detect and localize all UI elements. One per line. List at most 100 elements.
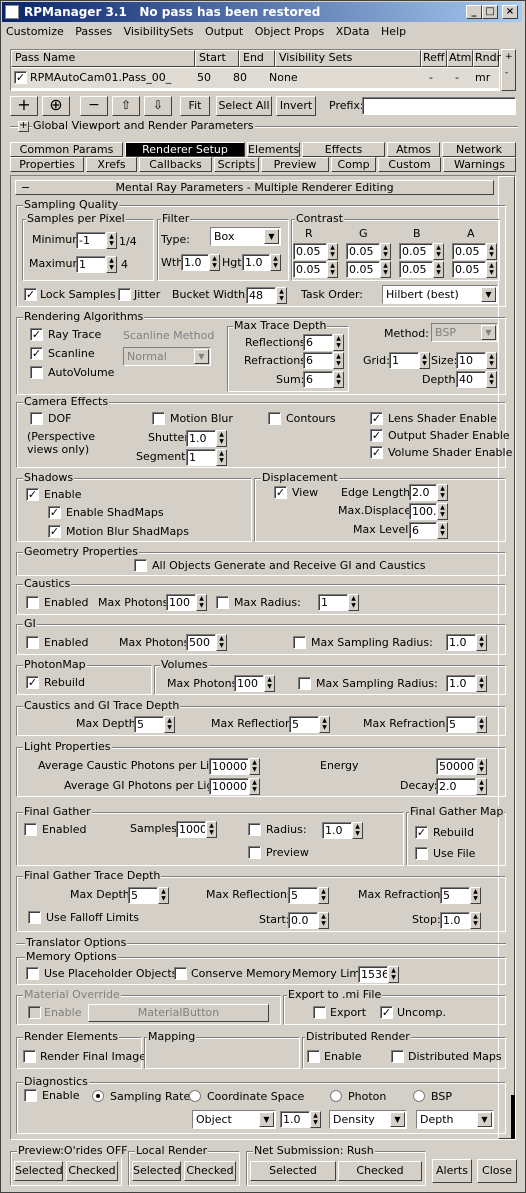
max-level-input[interactable]: 6 bbox=[409, 522, 437, 539]
tab-common-params[interactable]: Common Params bbox=[10, 142, 123, 157]
bucket-width-spinner[interactable]: ▲ ▼ bbox=[276, 287, 287, 304]
diag-size-input[interactable]: 1.0 bbox=[280, 1111, 310, 1128]
menu-help[interactable]: Help bbox=[381, 25, 406, 38]
photonmap-rebuild-checkbox[interactable]: ✓ bbox=[26, 676, 39, 689]
close-button[interactable]: Close bbox=[477, 1159, 517, 1183]
col-pass-name[interactable]: Pass Name bbox=[11, 50, 195, 67]
max-displace-input[interactable]: 100.0 bbox=[409, 503, 437, 520]
volumes-maxphotons-spinner[interactable]: ▲ ▼ bbox=[264, 675, 275, 692]
motion-blur-checkbox[interactable] bbox=[152, 412, 165, 425]
height-spinner[interactable]: ▲ ▼ bbox=[270, 254, 281, 271]
refractions-input[interactable]: 6 bbox=[303, 352, 333, 369]
grid-input[interactable]: 1 bbox=[389, 352, 419, 369]
sampling-rate-radio[interactable] bbox=[92, 1090, 104, 1102]
sum-input[interactable]: 6 bbox=[303, 371, 333, 388]
diag-enable-checkbox[interactable] bbox=[24, 1089, 37, 1102]
export-checkbox[interactable] bbox=[313, 1006, 326, 1019]
max-displace-spinner[interactable]: ▲ ▼ bbox=[437, 503, 448, 520]
output-shader-checkbox[interactable]: ✓ bbox=[370, 429, 383, 442]
depth-spinner[interactable]: ▲ ▼ bbox=[486, 371, 497, 388]
autovolume-checkbox[interactable] bbox=[30, 366, 43, 379]
scroll-thumb[interactable] bbox=[511, 1095, 515, 1139]
dof-checkbox[interactable] bbox=[30, 412, 43, 425]
global-viewport-rollout[interactable]: Global Viewport and Render Parameters bbox=[32, 120, 255, 132]
minimum-spinner[interactable]: ▲ ▼ bbox=[106, 232, 117, 249]
preview-checked-button[interactable]: Checked bbox=[66, 1161, 118, 1181]
add-pass-button[interactable]: + bbox=[10, 96, 38, 116]
width-input[interactable]: 1.0 bbox=[181, 254, 209, 271]
scanline-checkbox[interactable]: ✓ bbox=[30, 347, 43, 360]
move-up-icon[interactable]: ⇧ bbox=[112, 96, 140, 116]
max-level-spinner[interactable]: ▲ ▼ bbox=[437, 522, 448, 539]
memory-limit-input[interactable]: 1536 bbox=[358, 966, 388, 983]
menu-customize[interactable]: Customize bbox=[6, 25, 64, 38]
volumes-msr-input[interactable]: 1.0 bbox=[446, 675, 476, 692]
fg-radius-checkbox[interactable] bbox=[248, 823, 261, 836]
shutter-spinner[interactable]: ▲ ▼ bbox=[216, 430, 227, 447]
fg-stop-spinner[interactable]: ▲ ▼ bbox=[470, 912, 481, 929]
contrast-r1[interactable]: 0.05 bbox=[293, 243, 327, 260]
avg-gi-spinner[interactable]: ▲ ▼ bbox=[249, 778, 260, 795]
avg-gi-input[interactable]: 10000 bbox=[209, 778, 249, 795]
fg-samples-spinner[interactable]: ▲ ▼ bbox=[206, 821, 217, 838]
tab-comp[interactable]: Comp bbox=[331, 157, 376, 172]
fgmap-usefile-checkbox[interactable] bbox=[415, 847, 428, 860]
contrast-b2[interactable]: 0.05 bbox=[399, 261, 433, 278]
width-spinner[interactable]: ▲ ▼ bbox=[209, 254, 220, 271]
col-atm[interactable]: Atm bbox=[447, 50, 473, 67]
tab-callbacks[interactable]: Callbacks bbox=[139, 157, 212, 172]
col-reff[interactable]: Reff bbox=[421, 50, 447, 67]
distrib-maps-checkbox[interactable] bbox=[391, 1050, 404, 1063]
height-input[interactable]: 1.0 bbox=[242, 254, 270, 271]
close-window-button[interactable]: × bbox=[502, 5, 518, 19]
avg-caustic-input[interactable]: 10000 bbox=[209, 758, 249, 775]
placeholder-checkbox[interactable] bbox=[26, 967, 39, 980]
segments-spinner[interactable]: ▲ ▼ bbox=[216, 449, 227, 466]
lock-samples-checkbox[interactable]: ✓ bbox=[24, 288, 37, 301]
reflections-spinner[interactable]: ▲ ▼ bbox=[333, 334, 344, 351]
jitter-checkbox[interactable] bbox=[118, 288, 131, 301]
coord-space-radio[interactable] bbox=[189, 1090, 201, 1102]
fgmap-rebuild-checkbox[interactable]: ✓ bbox=[415, 826, 428, 839]
contrast-b1[interactable]: 0.05 bbox=[399, 243, 433, 260]
memory-limit-spinner[interactable]: ▲ ▼ bbox=[388, 966, 399, 983]
spinner[interactable]: ▲ ▼ bbox=[486, 243, 497, 260]
net-selected-button[interactable]: Selected bbox=[250, 1161, 336, 1181]
bucket-width-input[interactable]: 48 bbox=[246, 287, 276, 304]
matover-enable-checkbox[interactable] bbox=[28, 1006, 41, 1019]
falloff-checkbox[interactable] bbox=[28, 911, 41, 924]
fg-start-spinner[interactable]: ▲ ▼ bbox=[318, 912, 329, 929]
tab-xrefs[interactable]: Xrefs bbox=[86, 157, 137, 172]
contrast-a2[interactable]: 0.05 bbox=[452, 261, 486, 278]
caustics-enabled-checkbox[interactable] bbox=[26, 596, 39, 609]
spinner[interactable]: ▲ ▼ bbox=[327, 261, 338, 278]
caustics-maxradius-input[interactable]: 1 bbox=[318, 594, 348, 611]
fg-maxrefr-input[interactable]: 5 bbox=[440, 887, 470, 904]
mental-ray-rollout-header[interactable]: − Mental Ray Parameters - Multiple Rende… bbox=[15, 180, 494, 195]
contrast-r2[interactable]: 0.05 bbox=[293, 261, 327, 278]
maximize-button[interactable]: □ bbox=[482, 5, 498, 19]
spinner[interactable]: ▲ ▼ bbox=[433, 261, 444, 278]
fg-start-input[interactable]: 0.0 bbox=[288, 912, 318, 929]
shutter-input[interactable]: 1.0 bbox=[186, 430, 216, 447]
tab-atmos[interactable]: Atmos bbox=[387, 142, 440, 157]
maximum-spinner[interactable]: ▲ ▼ bbox=[106, 256, 117, 273]
pass-checkbox[interactable]: ✓ bbox=[14, 71, 27, 84]
cgi-maxrefr-spinner[interactable]: ▲ ▼ bbox=[476, 716, 487, 733]
material-button[interactable]: MaterialButton bbox=[88, 1004, 269, 1022]
decay-input[interactable]: 2.0 bbox=[436, 778, 476, 795]
tab-renderer-setup[interactable]: Renderer Setup bbox=[125, 142, 245, 157]
gi-caustics-all-checkbox[interactable] bbox=[134, 559, 147, 572]
caustics-maxphotons-spinner[interactable]: ▲ ▼ bbox=[196, 594, 207, 611]
task-order-dropdown[interactable]: Hilbert (best) ▼ bbox=[382, 285, 498, 304]
tab-scripts[interactable]: Scripts bbox=[214, 157, 259, 172]
invert-button[interactable]: Invert bbox=[276, 96, 316, 116]
fg-preview-checkbox[interactable] bbox=[248, 846, 261, 859]
tab-elements[interactable]: Elements bbox=[247, 142, 300, 157]
cgi-maxdepth-spinner[interactable]: ▲ ▼ bbox=[164, 716, 175, 733]
tab-custom[interactable]: Custom bbox=[378, 157, 441, 172]
depth-input[interactable]: 40 bbox=[456, 371, 486, 388]
minimum-input[interactable]: -1 bbox=[76, 232, 106, 249]
tab-warnings[interactable]: Warnings bbox=[443, 157, 516, 172]
col-rndr[interactable]: Rndr bbox=[473, 50, 501, 67]
